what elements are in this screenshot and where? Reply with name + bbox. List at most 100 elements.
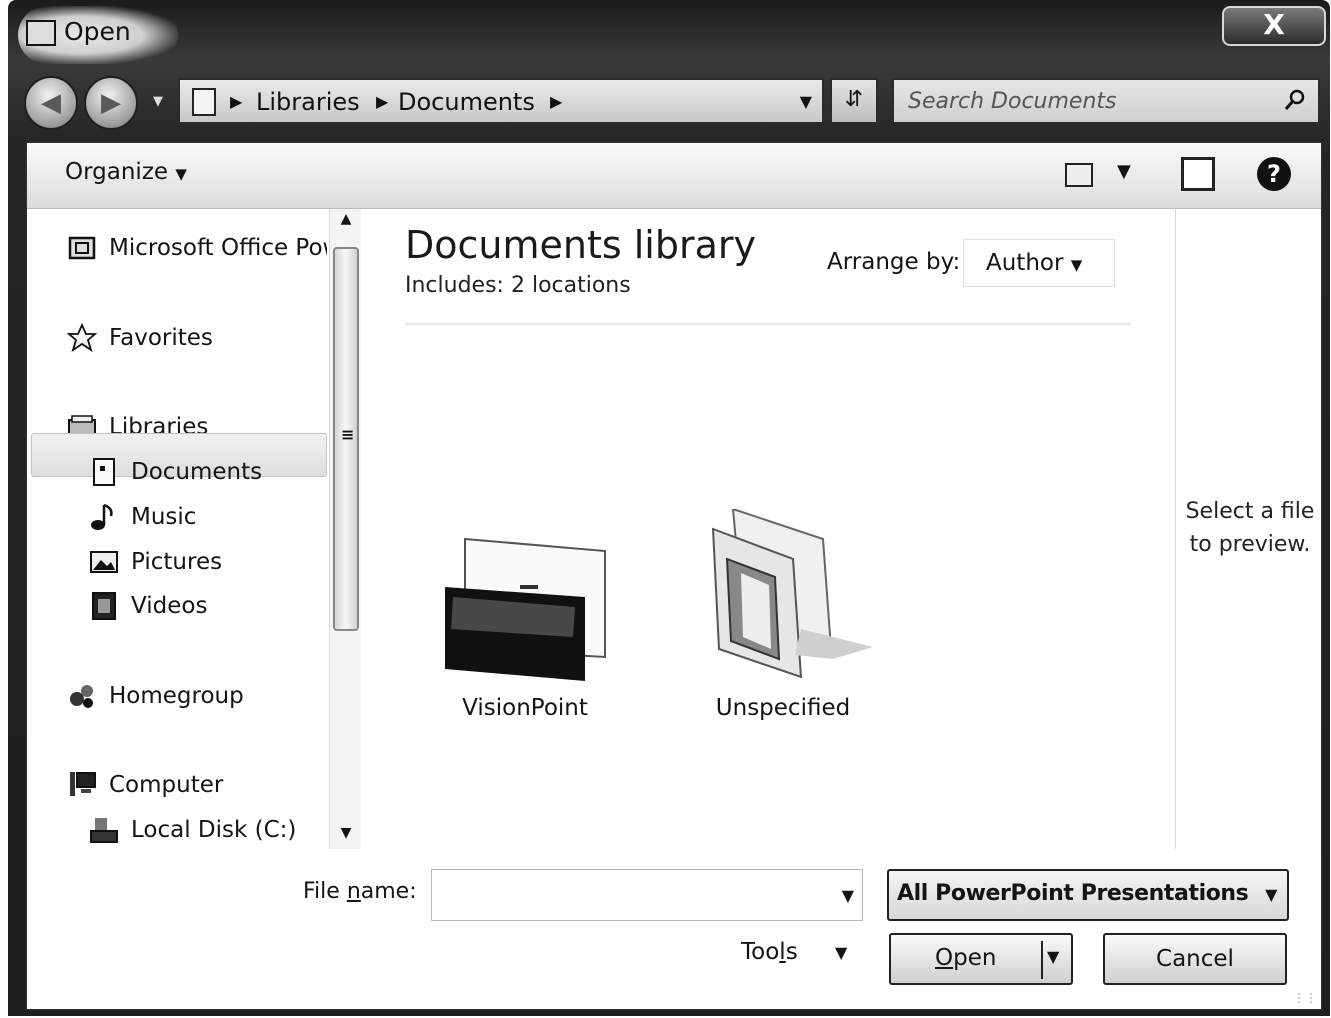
preview-message: Select a file to preview.: [1182, 495, 1318, 561]
tools-dropdown-icon[interactable]: ▼: [835, 943, 847, 962]
file-label: Unspecified: [715, 695, 851, 721]
divider: [405, 323, 1131, 325]
office-icon: [68, 236, 96, 260]
file-view: Documents library Includes: 2 locations …: [365, 209, 1175, 849]
label-part: Too: [741, 939, 780, 965]
scroll-down-icon[interactable]: ▼: [330, 825, 362, 847]
breadcrumb-documents[interactable]: Documents: [398, 88, 535, 116]
library-title: Documents library: [405, 223, 756, 267]
bottom-controls: File name: ▼ All PowerPoint Presentation…: [27, 849, 1321, 1009]
nav-item-documents[interactable]: Documents: [89, 457, 262, 487]
change-view-icon[interactable]: [1065, 163, 1093, 187]
search-icon[interactable]: [1284, 89, 1306, 111]
open-options-dropdown-icon[interactable]: ▼: [1047, 947, 1059, 966]
homegroup-icon: [70, 685, 93, 708]
nav-item-label: Music: [131, 504, 197, 530]
nav-item-label: Computer: [109, 772, 224, 798]
file-name-combobox[interactable]: ▼: [431, 869, 863, 921]
chevron-right-icon[interactable]: ▶: [230, 92, 242, 111]
nav-item-label: Pictures: [131, 549, 223, 575]
nav-item-label: Favorites: [109, 325, 213, 351]
preview-line-1: Select a file: [1185, 499, 1315, 524]
cancel-button[interactable]: Cancel: [1103, 933, 1287, 985]
nav-item-label: Videos: [131, 593, 208, 619]
music-icon: [91, 503, 113, 530]
file-label: VisionPoint: [462, 695, 588, 721]
file-type-value: All PowerPoint Presentations: [897, 881, 1249, 906]
back-arrow-icon: ◀: [41, 88, 61, 118]
preview-pane-icon[interactable]: [1181, 157, 1215, 191]
scroll-up-icon[interactable]: ▲: [330, 211, 362, 233]
search-input[interactable]: [908, 86, 1268, 116]
resize-grip-icon[interactable]: ⋮⋮: [1293, 991, 1317, 1005]
star-icon: [67, 323, 97, 353]
arrange-by-dropdown[interactable]: Author ▼: [963, 239, 1115, 287]
view-options-dropdown[interactable]: ▼: [1117, 161, 1131, 182]
label-part: ame:: [360, 879, 417, 904]
organize-menu[interactable]: Organize ▼: [65, 159, 187, 185]
close-button[interactable]: X: [1222, 6, 1326, 46]
tools-menu[interactable]: Tools: [741, 939, 798, 965]
breadcrumb-libraries[interactable]: Libraries: [256, 88, 360, 116]
nav-item-label: Documents: [131, 459, 263, 485]
organize-label: Organize: [65, 159, 169, 185]
preview-line-2: to preview.: [1189, 532, 1311, 557]
videos-icon: [92, 592, 116, 620]
computer-icon: [70, 772, 96, 796]
search-box[interactable]: [892, 78, 1320, 124]
chevron-down-icon: ▼: [175, 165, 187, 183]
nav-item-videos[interactable]: Videos: [89, 591, 207, 621]
file-name-input[interactable]: [440, 880, 820, 910]
hard-drive-icon: [90, 818, 118, 843]
open-button[interactable]: Open ▼: [889, 933, 1073, 985]
chevron-right-icon[interactable]: ▶: [376, 92, 388, 111]
scroll-grip-icon: ≡: [341, 425, 355, 444]
nav-item-music[interactable]: Music: [89, 502, 196, 532]
app-icon: [26, 20, 56, 46]
navigation-tree: Microsoft Office PowerPoint Favorites Li…: [27, 209, 327, 849]
address-bar[interactable]: ▶ Libraries ▶ Documents ▶ ▼: [178, 78, 824, 124]
nav-item-favorites[interactable]: Favorites: [67, 323, 213, 353]
forward-button[interactable]: ▶: [84, 76, 138, 130]
file-item-visionpoint[interactable]: VisionPoint: [425, 509, 625, 729]
refresh-button[interactable]: ⇵: [830, 78, 878, 124]
split-divider: [1041, 941, 1043, 979]
document-icon: [93, 458, 115, 486]
label-part: s: [785, 939, 798, 965]
scroll-thumb[interactable]: ≡: [333, 247, 359, 631]
file-name-label: File name:: [303, 879, 417, 904]
stack-visionpoint-icon: [445, 537, 606, 681]
includes-label: Includes:: [405, 273, 504, 298]
dialog-content: Organize ▼ ▼ ? Microsoft Office PowerPoi…: [26, 142, 1322, 1010]
nav-scrollbar[interactable]: ▲ ≡ ▼: [329, 209, 361, 849]
navigation-pane: Microsoft Office PowerPoint Favorites Li…: [27, 209, 363, 849]
arrange-by-label: Arrange by:: [827, 249, 961, 275]
back-button[interactable]: ◀: [24, 76, 78, 130]
includes-locations-link[interactable]: 2 locations: [511, 273, 631, 298]
chevron-down-icon: ▼: [1070, 256, 1083, 274]
recent-pages-dropdown[interactable]: ▼: [153, 94, 163, 109]
label-part: File: [303, 879, 347, 904]
preview-pane: Select a file to preview.: [1175, 209, 1321, 849]
file-item-unspecified[interactable]: Unspecified: [683, 509, 883, 729]
open-dialog-window: Open X ◀ ▶ ▼ ▶ Libraries ▶ Documents ▶ ▼…: [8, 0, 1330, 1016]
chevron-right-icon[interactable]: ▶: [550, 92, 562, 111]
label-part: pen: [953, 945, 997, 971]
help-icon[interactable]: ?: [1257, 157, 1291, 191]
nav-item-label: Microsoft Office PowerPoint: [109, 235, 327, 261]
window-title: Open: [64, 17, 131, 46]
nav-item-label: Local Disk (C:): [131, 817, 297, 843]
address-dropdown-icon[interactable]: ▼: [800, 92, 812, 111]
forward-arrow-icon: ▶: [101, 88, 121, 118]
nav-item-label: Homegroup: [109, 683, 244, 709]
open-label: Open: [935, 945, 996, 971]
nav-item-pictures[interactable]: Pictures: [89, 547, 222, 577]
nav-item-homegroup[interactable]: Homegroup: [67, 681, 244, 711]
nav-item-local-disk[interactable]: Local Disk (C:): [89, 815, 296, 845]
file-type-select[interactable]: All PowerPoint Presentations ▼: [887, 869, 1289, 921]
nav-item-office[interactable]: Microsoft Office PowerPoint: [67, 233, 327, 263]
nav-item-computer[interactable]: Computer: [67, 770, 223, 800]
chevron-down-icon[interactable]: ▼: [842, 886, 854, 905]
library-includes: Includes: 2 locations: [405, 273, 631, 298]
document-icon: [192, 88, 216, 116]
